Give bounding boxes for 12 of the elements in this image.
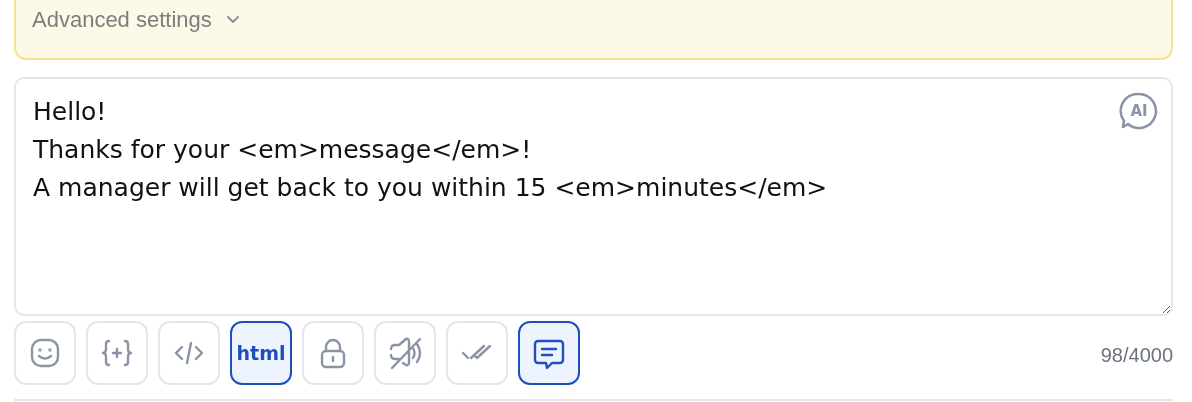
lock-button[interactable] xyxy=(302,321,364,385)
variable-button[interactable] xyxy=(86,321,148,385)
emoji-button[interactable] xyxy=(14,321,76,385)
character-counter: 98/4000 xyxy=(1100,343,1173,367)
chat-button[interactable] xyxy=(518,321,580,385)
html-button[interactable]: html xyxy=(230,321,292,385)
chevron-icon xyxy=(225,15,240,25)
read-button[interactable] xyxy=(446,321,508,385)
code-button[interactable] xyxy=(158,321,220,385)
muted-speaker-icon xyxy=(387,335,423,371)
advanced-settings-toggle[interactable]: Advanced settings xyxy=(32,4,240,36)
mute-button[interactable] xyxy=(374,321,436,385)
